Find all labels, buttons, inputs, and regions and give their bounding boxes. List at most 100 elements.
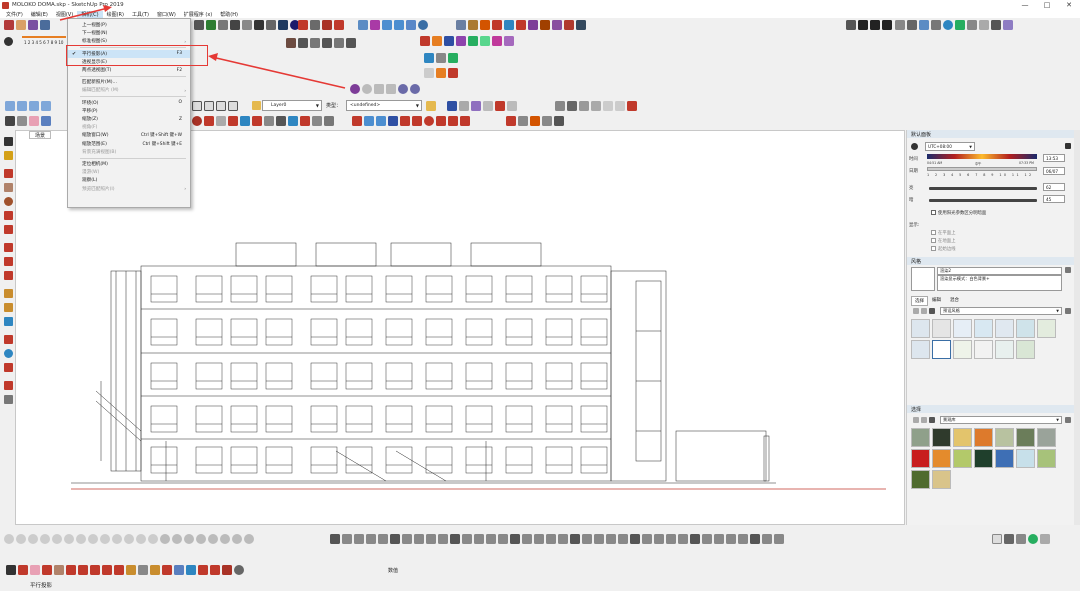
- line-icon[interactable]: [42, 565, 52, 575]
- followme-tool-icon[interactable]: [388, 116, 398, 126]
- scene-gray-icon[interactable]: [555, 101, 565, 111]
- material-thumb-3[interactable]: [953, 428, 972, 447]
- tape-tool-icon[interactable]: [216, 116, 226, 126]
- text-label-icon[interactable]: [264, 116, 274, 126]
- material-thumb-5[interactable]: [995, 428, 1014, 447]
- text-icon[interactable]: [138, 565, 148, 575]
- plugin-tool-icon[interactable]: [762, 534, 772, 544]
- camera-menu-item[interactable]: 视角(F): [68, 123, 190, 131]
- camera-menu-item[interactable]: 下一视图(N): [68, 29, 190, 37]
- shape-tool-icon[interactable]: [160, 534, 170, 544]
- follow-me-icon[interactable]: [552, 20, 562, 30]
- zoom-extents-icon[interactable]: [300, 116, 310, 126]
- line-tool-icon[interactable]: [4, 169, 13, 178]
- wireframe-icon[interactable]: [206, 20, 216, 30]
- protractor-icon[interactable]: [228, 116, 238, 126]
- pencil-icon[interactable]: [468, 20, 478, 30]
- close-button[interactable]: ✕: [1058, 0, 1080, 10]
- select-icon[interactable]: [6, 565, 16, 575]
- position-camera-icon[interactable]: [4, 381, 13, 390]
- measure-icon[interactable]: [530, 116, 540, 126]
- plugin-tool-icon[interactable]: [582, 534, 592, 544]
- dark-slider[interactable]: [929, 199, 1037, 202]
- plugin-tool-icon[interactable]: [594, 534, 604, 544]
- zoom-icon[interactable]: [4, 349, 13, 358]
- shape-tool-icon[interactable]: [172, 534, 182, 544]
- shape-tool-icon[interactable]: [76, 534, 86, 544]
- solar-blue-icon[interactable]: [424, 53, 434, 63]
- rotate-icon[interactable]: [4, 257, 13, 266]
- section-display-icon[interactable]: [298, 38, 308, 48]
- sun-path-icon[interactable]: [424, 68, 434, 78]
- details-icon[interactable]: [1065, 308, 1071, 314]
- scale-icon[interactable]: [4, 271, 13, 280]
- protractor-icon[interactable]: [4, 303, 13, 312]
- plugin-tool-icon[interactable]: [534, 534, 544, 544]
- scene-remove-icon[interactable]: [579, 101, 589, 111]
- maximize-button[interactable]: □: [1036, 0, 1058, 10]
- material-thumb-10[interactable]: [953, 449, 972, 468]
- tab-mix[interactable]: 混合: [947, 296, 962, 304]
- extension-icon[interactable]: [322, 20, 332, 30]
- sun-orange-icon[interactable]: [436, 68, 446, 78]
- move-icon[interactable]: [504, 20, 514, 30]
- dimension-icon[interactable]: [882, 20, 892, 30]
- move-icon[interactable]: [4, 243, 13, 252]
- tab-select[interactable]: 选择: [911, 296, 928, 306]
- forward-icon[interactable]: [921, 308, 927, 314]
- eraser-icon[interactable]: [30, 565, 40, 575]
- gear-icon[interactable]: [266, 20, 276, 30]
- pencil-icon[interactable]: [18, 565, 28, 575]
- tape-icon[interactable]: [126, 565, 136, 575]
- window-icon[interactable]: [991, 20, 1001, 30]
- arc-icon[interactable]: [4, 211, 13, 220]
- outliner-lock-icon[interactable]: [507, 101, 517, 111]
- camera-target-icon[interactable]: [398, 84, 408, 94]
- material-thumb-2[interactable]: [932, 428, 951, 447]
- date-slider[interactable]: [927, 167, 1037, 171]
- grid-toggle-icon[interactable]: [1040, 534, 1050, 544]
- plugin-tool-icon[interactable]: [354, 534, 364, 544]
- plugin-tool-icon[interactable]: [666, 534, 676, 544]
- refresh-icon[interactable]: [418, 20, 428, 30]
- circle-tool-icon[interactable]: [192, 116, 202, 126]
- cloud-share-icon[interactable]: [394, 20, 404, 30]
- styles-header[interactable]: 风格: [907, 257, 1075, 265]
- orbit-icon[interactable]: [4, 335, 13, 344]
- shape-tool-icon[interactable]: [184, 534, 194, 544]
- pan-icon[interactable]: [436, 116, 446, 126]
- plugin-tool-icon[interactable]: [342, 534, 352, 544]
- plugin-tool-icon[interactable]: [774, 534, 784, 544]
- shape-tool-icon[interactable]: [244, 534, 254, 544]
- user-icon[interactable]: [234, 565, 244, 575]
- style-thumb-6[interactable]: [1016, 319, 1035, 338]
- paint-bucket-icon[interactable]: [4, 151, 13, 160]
- menu-file[interactable]: 文件(F): [2, 11, 27, 18]
- outliner-comp-icon[interactable]: [471, 101, 481, 111]
- section-fill-icon[interactable]: [322, 38, 332, 48]
- plugin-tool-icon[interactable]: [510, 534, 520, 544]
- material-thumb-4[interactable]: [974, 428, 993, 447]
- shadow-icon[interactable]: [4, 37, 13, 46]
- layout-icon[interactable]: [334, 20, 344, 30]
- rect-icon[interactable]: [54, 565, 64, 575]
- material-thumb-13[interactable]: [1016, 449, 1035, 468]
- move-icon[interactable]: [66, 565, 76, 575]
- plugin-tool-icon[interactable]: [486, 534, 496, 544]
- light-input[interactable]: 62: [1043, 183, 1065, 191]
- camera-menu-item[interactable]: 上一视图(P): [68, 21, 190, 29]
- house-icon[interactable]: [204, 101, 214, 111]
- xray-icon[interactable]: [194, 20, 204, 30]
- plugin-tool-icon[interactable]: [474, 534, 484, 544]
- style-thumb-7[interactable]: [1037, 319, 1056, 338]
- tape-measure-icon[interactable]: [4, 289, 13, 298]
- plugin-tool-icon[interactable]: [618, 534, 628, 544]
- shape-tool-icon[interactable]: [28, 534, 38, 544]
- plugin-tool-icon[interactable]: [414, 534, 424, 544]
- top-view-icon[interactable]: [17, 101, 27, 111]
- plugin-tool-icon[interactable]: [642, 534, 652, 544]
- shape-tool-icon[interactable]: [88, 534, 98, 544]
- style-name-field[interactable]: 渲染2: [937, 267, 1062, 275]
- scale-tool-icon[interactable]: [400, 116, 410, 126]
- shape-tool-icon[interactable]: [112, 534, 122, 544]
